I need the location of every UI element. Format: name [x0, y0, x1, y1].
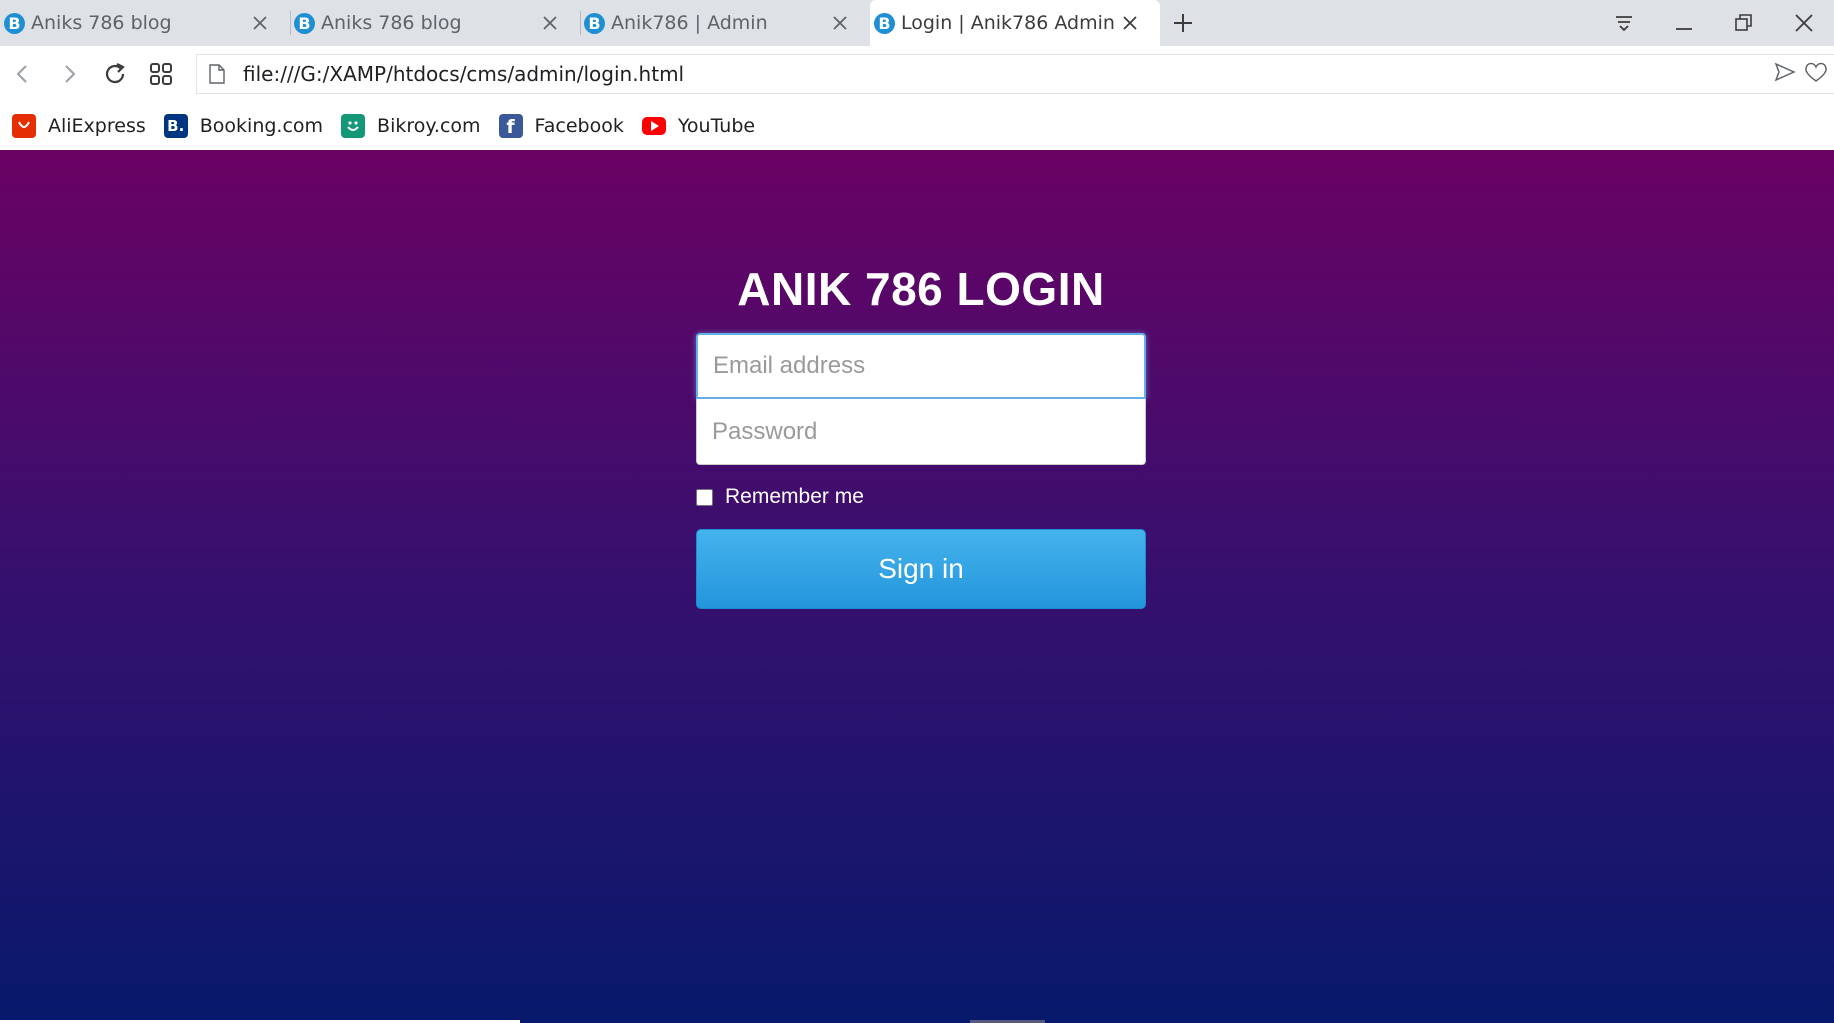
aliexpress-icon [12, 114, 36, 138]
page-file-icon [197, 64, 237, 84]
tab-aniks-blog-1[interactable]: B Aniks 786 blog [0, 0, 290, 46]
tab-strip: B Aniks 786 blog B Aniks 786 blog B Anik… [0, 0, 1834, 46]
bookmark-label: Booking.com [199, 115, 324, 137]
send-icon[interactable] [1774, 61, 1796, 88]
tab-title: Anik786 | Admin [611, 12, 768, 34]
remember-me-checkbox[interactable] [696, 488, 713, 506]
url-text[interactable]: file:///G:/XAMP/htdocs/cms/admin/login.h… [243, 62, 1774, 86]
facebook-icon: f [498, 114, 523, 138]
tab-title: Aniks 786 blog [321, 12, 462, 34]
bikroy-icon [341, 114, 366, 138]
restore-button[interactable] [1714, 0, 1774, 46]
tab-menu-button[interactable] [1594, 0, 1654, 46]
bookmark-label: AliExpress [48, 115, 146, 137]
plus-icon [1174, 14, 1192, 32]
window-controls [1594, 0, 1834, 46]
close-icon[interactable] [828, 11, 852, 35]
bookmark-label: Facebook [534, 115, 624, 137]
forward-arrow-icon [65, 65, 76, 83]
grid-icon [150, 63, 172, 85]
reload-icon [105, 63, 125, 84]
bookmark-facebook[interactable]: f Facebook [498, 114, 624, 138]
bookmark-aliexpress[interactable]: AliExpress [12, 114, 146, 138]
heart-bookmark-icon[interactable] [1804, 61, 1828, 88]
close-window-icon [1795, 14, 1813, 32]
tab-title: Aniks 786 blog [31, 12, 172, 34]
close-icon[interactable] [1118, 11, 1142, 35]
forward-button[interactable] [46, 51, 92, 97]
tab-admin[interactable]: B Anik786 | Admin [580, 0, 870, 46]
minimize-button[interactable] [1654, 0, 1714, 46]
email-field[interactable] [696, 333, 1146, 399]
tab-login-active[interactable]: B Login | Anik786 Admin [870, 0, 1160, 46]
login-form: Remember me Sign in [696, 333, 1146, 609]
address-bar[interactable]: file:///G:/XAMP/htdocs/cms/admin/login.h… [196, 54, 1834, 94]
page-title: ANIK 786 LOGIN [737, 263, 1105, 315]
speed-dial-button[interactable] [138, 51, 184, 97]
remember-me-label[interactable]: Remember me [725, 485, 864, 509]
bookmark-label: Bikroy.com [377, 115, 481, 137]
password-field[interactable] [696, 399, 1146, 465]
minimize-icon [1676, 28, 1692, 30]
bookmark-booking[interactable]: B. Booking.com [163, 114, 324, 138]
close-icon[interactable] [538, 11, 562, 35]
tab-title: Login | Anik786 Admin [901, 12, 1115, 34]
blogger-favicon-icon: B [874, 12, 895, 34]
youtube-icon [641, 114, 666, 138]
browser-toolbar: file:///G:/XAMP/htdocs/cms/admin/login.h… [0, 46, 1834, 102]
new-tab-button[interactable] [1160, 0, 1206, 46]
reload-button[interactable] [92, 51, 138, 97]
close-window-button[interactable] [1774, 0, 1834, 46]
login-page: ANIK 786 LOGIN Remember me Sign in [0, 150, 1834, 1023]
bookmark-bikroy[interactable]: Bikroy.com [341, 114, 481, 138]
bookmarks-bar: AliExpress B. Booking.com Bikroy.com f F… [0, 102, 1834, 150]
remember-me-row: Remember me [696, 485, 1146, 509]
bookmark-youtube[interactable]: YouTube [641, 114, 756, 138]
close-icon[interactable] [248, 11, 272, 35]
blogger-favicon-icon: B [4, 12, 25, 34]
blogger-favicon-icon: B [584, 12, 605, 34]
booking-icon: B. [163, 114, 188, 138]
back-arrow-icon [16, 65, 27, 83]
sign-in-button[interactable]: Sign in [696, 529, 1146, 609]
bookmark-label: YouTube [677, 115, 756, 137]
restore-icon [1735, 14, 1752, 31]
blogger-favicon-icon: B [294, 12, 315, 34]
tab-aniks-blog-2[interactable]: B Aniks 786 blog [290, 0, 580, 46]
back-button[interactable] [0, 51, 46, 97]
tab-menu-icon [1616, 16, 1632, 32]
